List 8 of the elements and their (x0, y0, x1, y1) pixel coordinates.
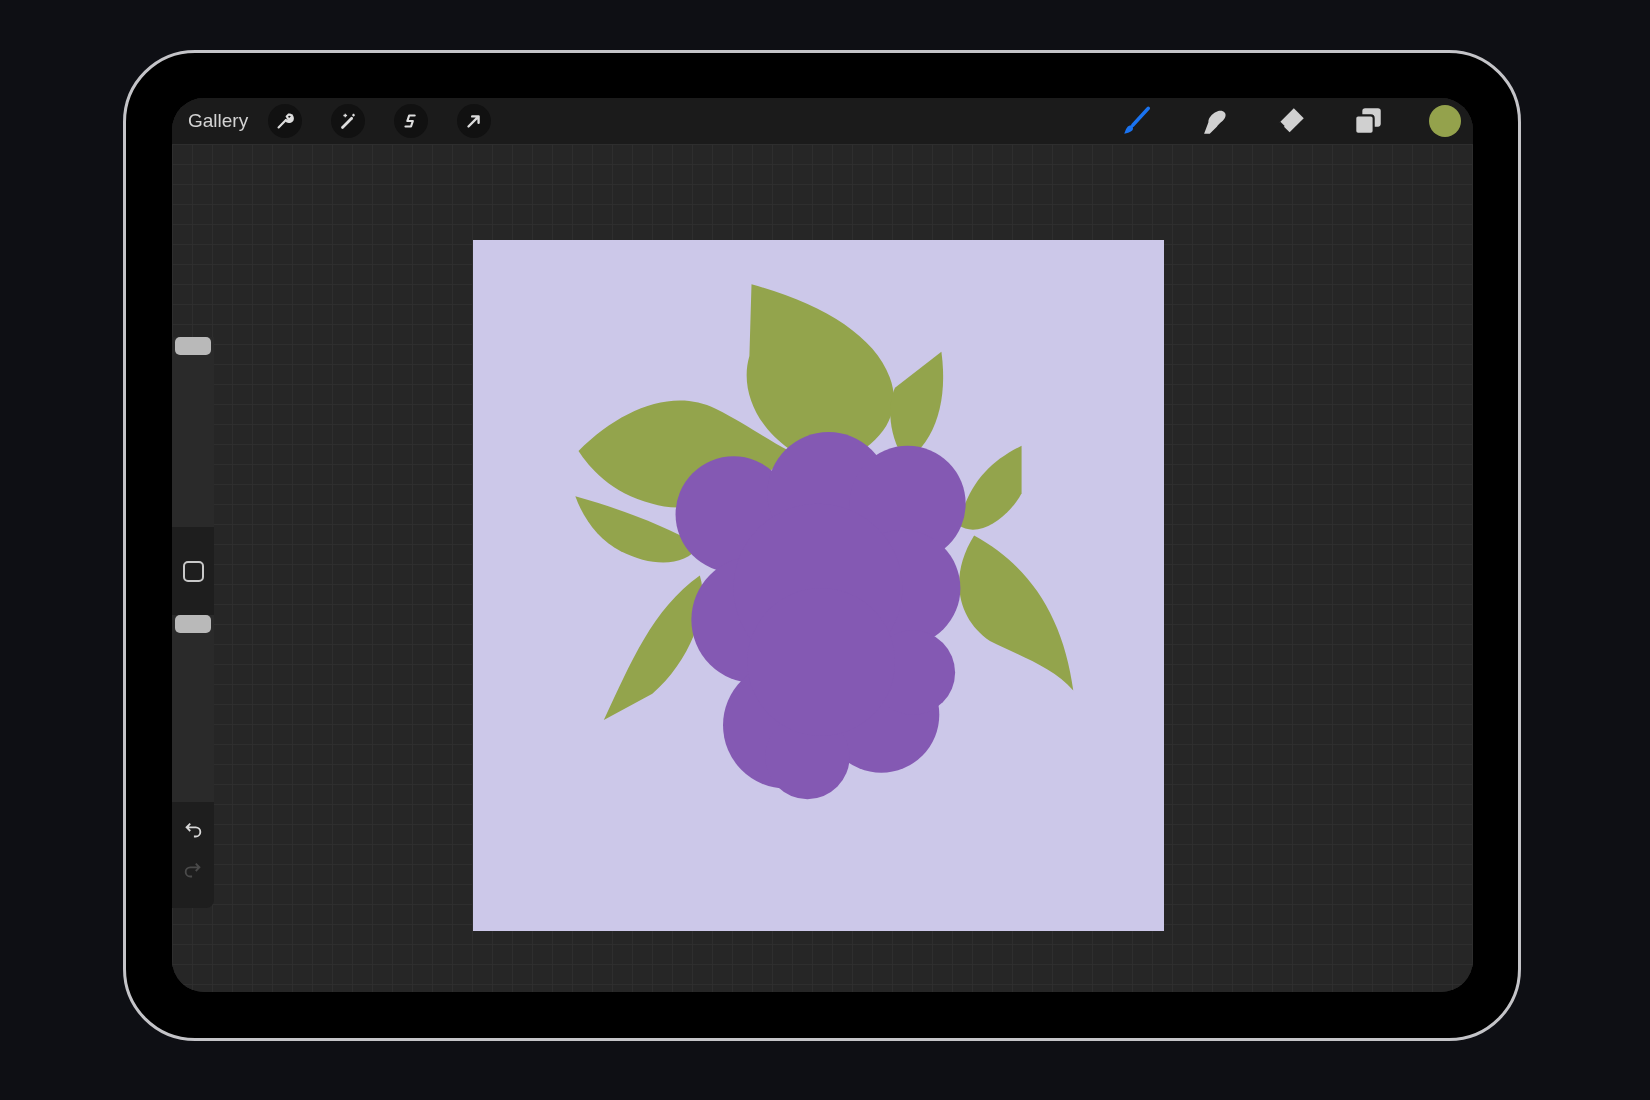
opacity-slider[interactable] (172, 615, 214, 802)
slider-handle[interactable] (175, 337, 211, 355)
color-swatch[interactable] (1429, 105, 1461, 137)
wrench-icon[interactable] (274, 110, 297, 132)
square-button[interactable] (182, 560, 204, 582)
slider-handle[interactable] (175, 615, 211, 633)
gallery-button[interactable]: Gallery (182, 106, 255, 136)
size-slider[interactable] (172, 337, 214, 527)
